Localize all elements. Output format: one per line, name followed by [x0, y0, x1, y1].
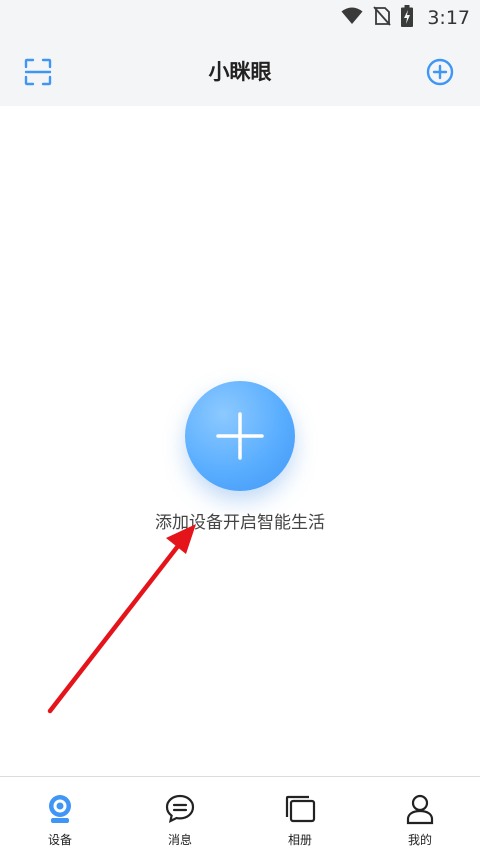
nav-item-messages[interactable]: 消息	[120, 777, 240, 853]
nav-label: 我的	[407, 833, 432, 847]
chat-bubble-icon	[165, 794, 195, 823]
nav-label: 设备	[47, 833, 72, 847]
album-icon	[285, 795, 316, 823]
person-icon	[406, 794, 434, 825]
header: 小眯眼	[0, 36, 480, 106]
nav-item-album[interactable]: 相册	[240, 777, 360, 853]
no-sim-icon	[373, 6, 392, 30]
add-circle-icon[interactable]	[426, 58, 454, 86]
battery-charging-icon	[401, 5, 414, 31]
device-list-empty: 添加设备开启智能生活	[0, 106, 480, 776]
nav-label: 相册	[287, 833, 312, 847]
page-title: 小眯眼	[208, 60, 272, 84]
app-screen: 3:17 小眯眼 添加设备开启智能生活 设备 消息 相册 我的	[0, 0, 480, 853]
bottom-nav: 设备 消息 相册 我的	[0, 776, 480, 853]
red-arrow	[47, 524, 196, 714]
camera-icon	[49, 795, 71, 823]
nav-item-profile[interactable]: 我的	[360, 777, 480, 853]
nav-item-devices[interactable]: 设备	[0, 777, 120, 853]
status-time: 3:17	[427, 7, 470, 29]
status-bar: 3:17	[0, 0, 480, 36]
scan-icon[interactable]	[24, 58, 52, 86]
nav-label: 消息	[167, 833, 192, 847]
wifi-icon	[341, 7, 363, 29]
